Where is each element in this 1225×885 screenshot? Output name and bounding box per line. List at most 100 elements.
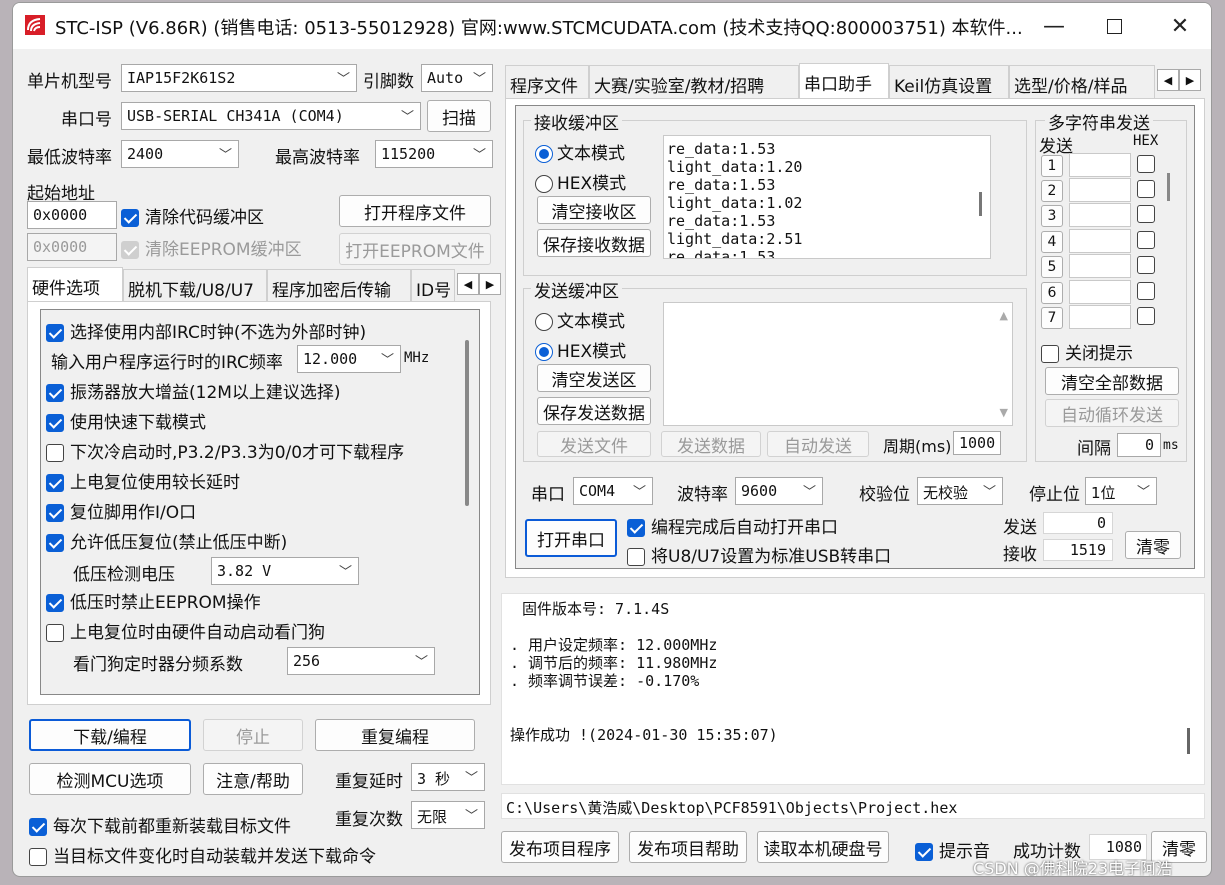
multi-hex-checkbox[interactable] xyxy=(1137,231,1155,249)
multi-send-button[interactable]: 3 xyxy=(1041,205,1063,227)
multi-send-scrollbar[interactable] xyxy=(1167,173,1170,201)
multi-hex-checkbox[interactable] xyxy=(1137,307,1155,325)
multi-send-button[interactable]: 2 xyxy=(1041,180,1063,202)
recv-hex-mode-radio[interactable]: HEX模式 xyxy=(535,169,626,194)
tab-serial-assistant[interactable]: 串口助手 xyxy=(799,63,889,99)
serial-port-select[interactable]: COM4 ﹀ xyxy=(573,477,653,505)
tab-scroll-left-icon[interactable]: ◀ xyxy=(457,273,479,295)
tab-scroll-right-icon[interactable]: ▶ xyxy=(479,273,501,295)
multi-send-button[interactable]: 4 xyxy=(1041,231,1063,253)
option-irc-clock[interactable]: 选择使用内部IRC时钟(不选为外部时钟) xyxy=(46,318,366,343)
multi-send-input[interactable] xyxy=(1069,229,1131,253)
min-baud-select[interactable]: 2400 ﹀ xyxy=(121,140,239,168)
log-output[interactable]: 固件版本号: 7.1.4S . 用户设定频率: 12.000MHz . 调节后的… xyxy=(501,593,1205,785)
save-send-button[interactable]: 保存发送数据 xyxy=(537,397,651,425)
multi-send-button[interactable]: 1 xyxy=(1041,155,1063,177)
detect-mcu-button[interactable]: 检测MCU选项 xyxy=(29,763,191,795)
clear-code-checkbox[interactable]: 清除代码缓冲区 xyxy=(121,203,264,228)
option-long-delay[interactable]: 上电复位使用较长延时 xyxy=(46,468,240,493)
log-scrollbar[interactable] xyxy=(1187,728,1190,754)
open-serial-button[interactable]: 打开串口 xyxy=(525,519,617,557)
multi-hex-checkbox[interactable] xyxy=(1137,205,1155,223)
auto-open-port-checkbox[interactable]: 编程完成后自动打开串口 xyxy=(627,513,838,538)
max-baud-select[interactable]: 115200 ﹀ xyxy=(375,140,493,168)
multi-send-input[interactable] xyxy=(1069,153,1131,177)
multi-send-input[interactable] xyxy=(1069,178,1131,202)
options-scrollbar[interactable] xyxy=(465,340,469,506)
repeat-count-select[interactable]: 无限 ﹀ xyxy=(411,801,485,829)
receive-scrollbar[interactable] xyxy=(979,192,982,216)
low-voltage-select[interactable]: 3.82 V ﹀ xyxy=(211,557,359,585)
multi-hex-checkbox[interactable] xyxy=(1137,155,1155,173)
scroll-down-icon[interactable]: ▼ xyxy=(1000,406,1008,419)
multi-send-button[interactable]: 5 xyxy=(1041,256,1063,278)
auto-send-button[interactable]: 自动发送 xyxy=(767,431,869,457)
clear-all-button[interactable]: 清空全部数据 xyxy=(1045,367,1179,395)
clear-count-button[interactable]: 清零 xyxy=(1125,531,1181,559)
auto-loop-button[interactable]: 自动循环发送 xyxy=(1045,399,1179,427)
receive-textarea[interactable]: re_data:1.53 light_data:1.20 re_data:1.5… xyxy=(663,135,991,259)
tab-id[interactable]: ID号 xyxy=(411,269,455,303)
tab-scroll-left-icon[interactable]: ◀ xyxy=(1157,69,1179,91)
repeat-delay-select[interactable]: 3 秒 ﹀ xyxy=(411,763,485,791)
multi-hex-checkbox[interactable] xyxy=(1137,180,1155,198)
open-program-button[interactable]: 打开程序文件 xyxy=(339,195,491,227)
help-button[interactable]: 注意/帮助 xyxy=(203,763,303,795)
baud-select[interactable]: 9600 ﹀ xyxy=(735,477,823,505)
auto-load-checkbox[interactable]: 当目标文件变化时自动装载并发送下载命令 xyxy=(29,842,376,867)
clear-send-button[interactable]: 清空发送区 xyxy=(537,364,651,392)
interval-input[interactable]: 0 xyxy=(1117,433,1161,457)
maximize-button[interactable] xyxy=(1083,3,1145,49)
send-text-mode-radio[interactable]: 文本模式 xyxy=(535,307,625,332)
eeprom-address-input[interactable]: 0x0000 xyxy=(27,233,117,261)
send-hex-mode-radio[interactable]: HEX模式 xyxy=(535,337,626,362)
irc-freq-select[interactable]: 12.000 ﹀ xyxy=(297,345,401,373)
period-input[interactable]: 1000 xyxy=(953,431,1001,455)
code-address-input[interactable]: 0x0000 xyxy=(27,201,117,229)
tab-contest[interactable]: 大赛/实验室/教材/招聘 xyxy=(589,65,799,99)
tab-scroll-right-icon[interactable]: ▶ xyxy=(1179,69,1201,91)
scan-button[interactable]: 扫描 xyxy=(427,100,491,132)
minimize-button[interactable]: — xyxy=(1023,3,1085,49)
option-eeprom-lv[interactable]: 低压时禁止EEPROM操作 xyxy=(46,588,261,613)
publish-program-button[interactable]: 发布项目程序 xyxy=(501,831,619,863)
clear-eeprom-checkbox[interactable]: 清除EEPROM缓冲区 xyxy=(121,235,302,260)
save-receive-button[interactable]: 保存接收数据 xyxy=(537,229,651,257)
watchdog-select[interactable]: 256 ﹀ xyxy=(287,647,435,675)
multi-send-input[interactable] xyxy=(1069,203,1131,227)
option-reset-io[interactable]: 复位脚用作I/O口 xyxy=(46,498,196,523)
close-tip-checkbox[interactable]: 关闭提示 xyxy=(1041,339,1133,364)
option-fast-download[interactable]: 使用快速下载模式 xyxy=(46,408,206,433)
stop-button[interactable]: 停止 xyxy=(203,719,303,751)
recv-text-mode-radio[interactable]: 文本模式 xyxy=(535,139,625,164)
multi-hex-checkbox[interactable] xyxy=(1137,282,1155,300)
multi-send-input[interactable] xyxy=(1069,280,1131,304)
open-eeprom-button[interactable]: 打开EEPROM文件 xyxy=(339,233,491,265)
send-data-button[interactable]: 发送数据 xyxy=(661,431,761,457)
multi-send-button[interactable]: 7 xyxy=(1041,307,1063,329)
scroll-up-icon[interactable]: ▲ xyxy=(1000,309,1008,322)
option-watchdog[interactable]: 上电复位时由硬件自动启动看门狗 xyxy=(46,618,325,643)
tab-hardware[interactable]: 硬件选项 xyxy=(27,267,123,303)
reload-file-checkbox[interactable]: 每次下载前都重新装载目标文件 xyxy=(29,812,291,837)
tab-program-file[interactable]: 程序文件 xyxy=(505,65,589,99)
mcu-select[interactable]: IAP15F2K61S2 ﹀ xyxy=(121,64,357,92)
close-button[interactable]: ✕ xyxy=(1149,3,1211,49)
clear-receive-button[interactable]: 清空接收区 xyxy=(537,196,651,224)
multi-send-input[interactable] xyxy=(1069,305,1131,329)
option-osc-gain[interactable]: 振荡器放大增益(12M以上建议选择) xyxy=(46,378,341,403)
pin-select[interactable]: Auto ﹀ xyxy=(421,64,493,92)
u8-usb-checkbox[interactable]: 将U8/U7设置为标准USB转串口 xyxy=(627,542,891,567)
tab-encrypt[interactable]: 程序加密后传输 xyxy=(267,269,411,303)
read-disk-button[interactable]: 读取本机硬盘号 xyxy=(757,831,889,863)
multi-send-button[interactable]: 6 xyxy=(1041,282,1063,304)
multi-send-input[interactable] xyxy=(1069,254,1131,278)
tab-offline[interactable]: 脱机下载/U8/U7 xyxy=(123,269,267,303)
option-low-voltage-reset[interactable]: 允许低压复位(禁止低压中断) xyxy=(46,528,287,553)
download-button[interactable]: 下载/编程 xyxy=(29,719,191,751)
tab-selection[interactable]: 选型/价格/样品 xyxy=(1009,65,1155,99)
tab-keil-sim[interactable]: Keil仿真设置 xyxy=(889,65,1009,99)
option-cold-start[interactable]: 下次冷启动时,P3.2/P3.3为0/0才可下载程序 xyxy=(46,438,404,463)
stopbit-select[interactable]: 1位 ﹀ xyxy=(1085,477,1157,505)
send-textarea[interactable]: ▲ ▼ xyxy=(663,302,1013,426)
